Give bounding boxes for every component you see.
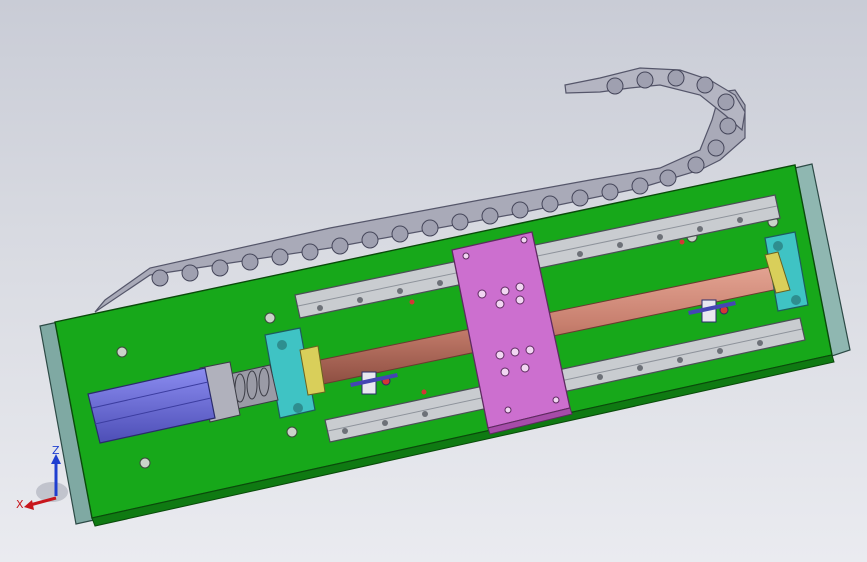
z-axis-label: Z — [52, 444, 60, 457]
x-axis-arrowhead — [24, 500, 34, 510]
model-viewport[interactable] — [0, 0, 867, 562]
x-axis-label: X — [16, 498, 24, 511]
coordinate-triad: Z X — [16, 444, 68, 511]
